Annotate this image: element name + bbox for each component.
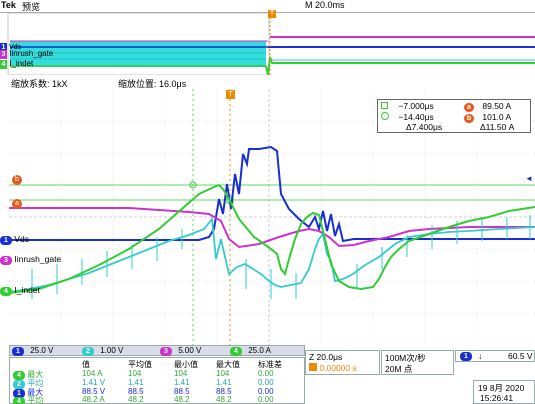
channel-1-badge[interactable]: 1 [0, 236, 12, 245]
svg-text:◄: ◄ [525, 174, 533, 183]
cursor-b-icon: b [464, 114, 474, 123]
date-time-panel: 19 8月 2020 15:26:41 [473, 380, 535, 404]
falling-edge-icon: ↓ [478, 351, 483, 361]
zoom-timebase: Z 20.0μs [309, 352, 343, 362]
cursor-dt: Δ7.400μs [406, 122, 443, 132]
trigger-channel: 1 [460, 352, 472, 361]
trigger-level: 60.5 V [508, 351, 533, 361]
trigger-offset-icon [309, 363, 317, 371]
timebase-readout[interactable]: M 20.0ms [305, 0, 345, 10]
overview-waveform[interactable]: T 1 Vds 3 Iinrush_gate 4 I_indet [0, 10, 535, 76]
table-row[interactable]: 4 平均 [13, 395, 43, 404]
record-length: 20M 点 [385, 364, 413, 374]
measurement-stats-table: 值 平均值 最小值 最大值 标准差 4 最大 104 A 104 104 104… [9, 357, 305, 404]
horizontal-settings-panel[interactable]: Z 20.0μs 0.00000 s [305, 350, 380, 375]
channel-scale-bar: 1 25.0 V 2 1.00 V 3 5.00 V 4 25.0 A [9, 345, 305, 356]
ch2-scale[interactable]: 2 1.00 V [82, 346, 123, 356]
trigger-position-icon[interactable]: T [226, 90, 235, 99]
i-indet-label: I_indet [14, 285, 40, 295]
ch4-scale[interactable]: 4 25.0 A [230, 346, 271, 356]
ch3-scale[interactable]: 3 5.00 V [160, 346, 201, 356]
trigger-panel[interactable]: 1 ↓ 60.5 V [455, 350, 535, 362]
overview-indet-label: I_indet [9, 59, 34, 68]
zoom-info-bar: 缩放系数: 1kX 缩放位置: 16.0μs [0, 76, 535, 89]
channel-4-badge[interactable]: 4 [0, 287, 12, 296]
cursor-t2: −14.40μs [398, 112, 434, 122]
iinrush-gate-label: Iinrush_gate [14, 254, 62, 264]
brand-logo: Tek [1, 0, 16, 10]
cursor-1-square-icon [381, 102, 388, 109]
cursor-a-icon: a [464, 103, 474, 112]
ref-a-marker[interactable]: a [12, 199, 22, 209]
overview-inrush-label: Iinrush_gate [9, 49, 54, 58]
cursor-vb: 101.0 A [482, 112, 512, 122]
cursor-readout-panel: −7.000μs −14.40μs Δ7.400μs a 89.50 A b 1… [377, 99, 531, 133]
ch1-scale[interactable]: 1 25.0 V [12, 346, 53, 356]
acquisition-panel[interactable]: 100M次/秒 20M 点 [381, 350, 454, 375]
channel-3-marker: 3 [0, 50, 7, 59]
clock-time: 15:26:41 [480, 393, 514, 403]
cursor-2-circle-icon [381, 112, 389, 120]
vds-label: Vds [14, 234, 30, 244]
cursor-dv: Δ11.50 A [480, 122, 515, 132]
ref-b-marker[interactable]: b [12, 175, 22, 185]
channel-3-badge[interactable]: 3 [0, 256, 12, 265]
channel-4-marker: 4 [0, 60, 7, 69]
trigger-marker-icon[interactable]: T [268, 10, 276, 18]
cursor-va: 89.50 A [482, 101, 512, 111]
cursor-t1: −7.000μs [398, 101, 434, 111]
trigger-offset: 0.00000 s [319, 363, 357, 373]
